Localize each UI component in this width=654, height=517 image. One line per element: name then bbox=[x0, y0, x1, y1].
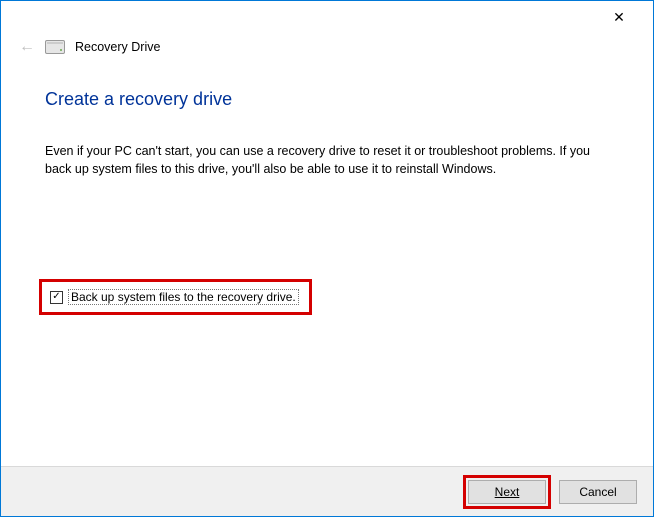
cancel-button[interactable]: Cancel bbox=[559, 480, 637, 504]
wizard-header: ← Recovery Drive bbox=[1, 33, 653, 55]
page-title: Create a recovery drive bbox=[45, 89, 609, 110]
next-button-highlight: Next bbox=[463, 475, 551, 509]
next-button[interactable]: Next bbox=[468, 480, 546, 504]
titlebar: ✕ bbox=[1, 1, 653, 33]
content-area: Create a recovery drive Even if your PC … bbox=[1, 55, 653, 178]
wizard-title: Recovery Drive bbox=[75, 40, 160, 54]
footer: Next Cancel bbox=[1, 466, 653, 516]
backup-checkbox-row[interactable]: ✓ Back up system files to the recovery d… bbox=[39, 279, 312, 315]
close-icon[interactable]: ✕ bbox=[599, 6, 639, 28]
drive-icon bbox=[45, 40, 65, 54]
description-text: Even if your PC can't start, you can use… bbox=[45, 142, 605, 178]
backup-checkbox-label: Back up system files to the recovery dri… bbox=[68, 289, 299, 305]
backup-checkbox[interactable]: ✓ bbox=[50, 291, 63, 304]
back-arrow-icon[interactable]: ← bbox=[19, 39, 35, 55]
